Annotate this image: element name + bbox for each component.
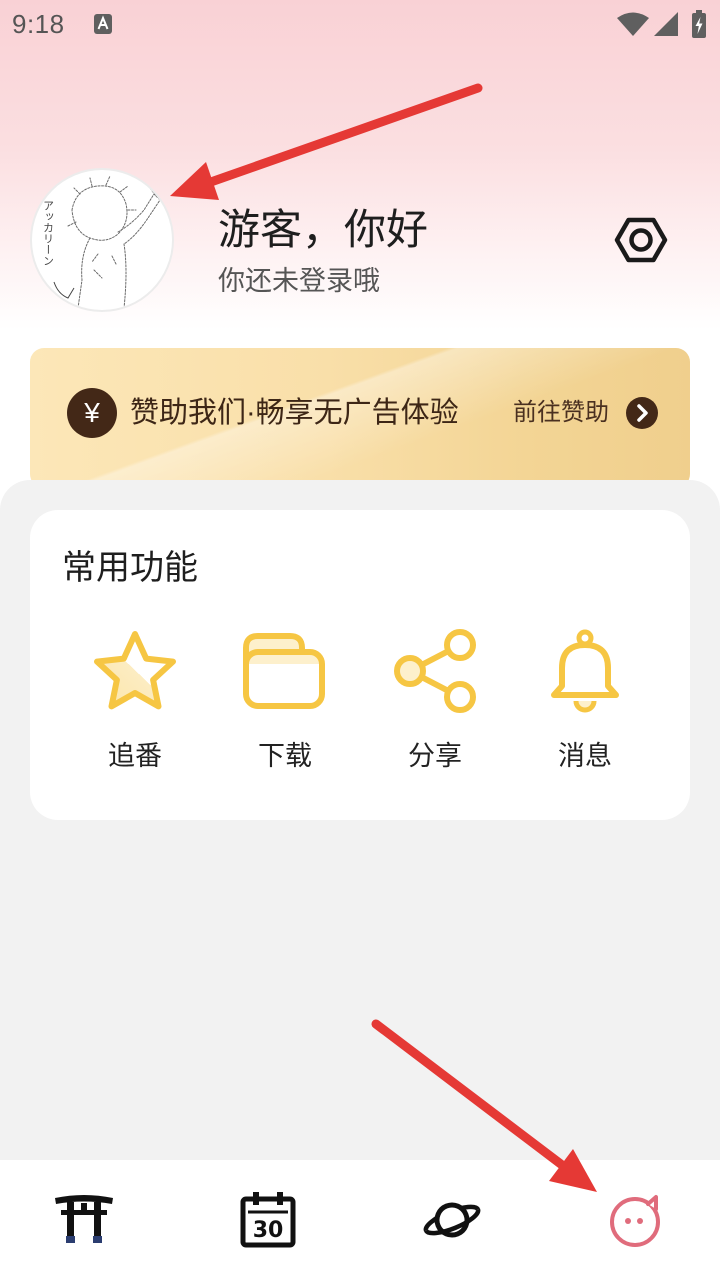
login-status-text[interactable]: 你还未登录哦 xyxy=(218,265,380,297)
status-time: 9:18 xyxy=(12,9,65,39)
share-icon xyxy=(394,629,476,713)
nav-tab-mine[interactable] xyxy=(576,1160,696,1280)
avatar-caption: アッカリーン xyxy=(42,200,55,266)
bell-icon xyxy=(551,629,619,713)
feature-label: 追番 xyxy=(108,741,162,771)
cat-face-icon xyxy=(610,1195,660,1247)
chevron-right-icon[interactable] xyxy=(626,397,658,429)
signal-icon xyxy=(654,12,678,36)
settings-hexagon-icon[interactable] xyxy=(614,213,668,267)
folder-icon xyxy=(243,633,325,709)
feature-share[interactable]: 分享 xyxy=(370,626,500,796)
greeting-title[interactable]: 游客，你好 xyxy=(218,206,428,254)
bottom-nav: 30 xyxy=(0,1160,720,1280)
common-features-title: 常用功能 xyxy=(62,549,198,587)
annotation-arrow-avatar xyxy=(170,83,483,200)
feature-label: 消息 xyxy=(558,741,612,771)
mine-screen: 9:18 アッカリーン 游客，你好 你还未登录哦 ¥ 赞助我们·畅享无广告体验 … xyxy=(0,0,720,1280)
nav-tab-schedule[interactable]: 30 xyxy=(208,1160,328,1280)
avatar-sketch-image: アッカリーン xyxy=(42,175,163,309)
feature-follow-anime[interactable]: 追番 xyxy=(70,626,200,796)
common-features-card: 常用功能 追番 下载 分享 消息 xyxy=(30,510,690,820)
feature-download[interactable]: 下载 xyxy=(220,626,350,796)
yen-icon: ¥ xyxy=(67,388,117,438)
feature-label: 下载 xyxy=(258,741,312,771)
feature-label: 分享 xyxy=(408,741,462,771)
wifi-icon xyxy=(617,12,649,36)
torii-gate-icon xyxy=(55,1195,113,1243)
calendar-day-number: 30 xyxy=(253,1218,284,1243)
feature-messages[interactable]: 消息 xyxy=(520,626,650,796)
sponsor-banner[interactable]: ¥ 赞助我们·畅享无广告体验 前往赞助 xyxy=(30,348,690,488)
planet-icon xyxy=(423,1202,481,1238)
calendar-icon: 30 xyxy=(240,1192,296,1248)
nav-tab-discover[interactable] xyxy=(392,1160,512,1280)
battery-charging-icon xyxy=(692,10,706,38)
sponsor-action-link[interactable]: 前往赞助 xyxy=(513,398,609,428)
sponsor-banner-text: 赞助我们·畅享无广告体验 xyxy=(130,397,459,429)
text-notification-icon xyxy=(94,14,112,34)
avatar[interactable]: アッカリーン xyxy=(32,170,172,310)
star-icon xyxy=(94,631,176,710)
nav-tab-home[interactable] xyxy=(24,1160,144,1280)
